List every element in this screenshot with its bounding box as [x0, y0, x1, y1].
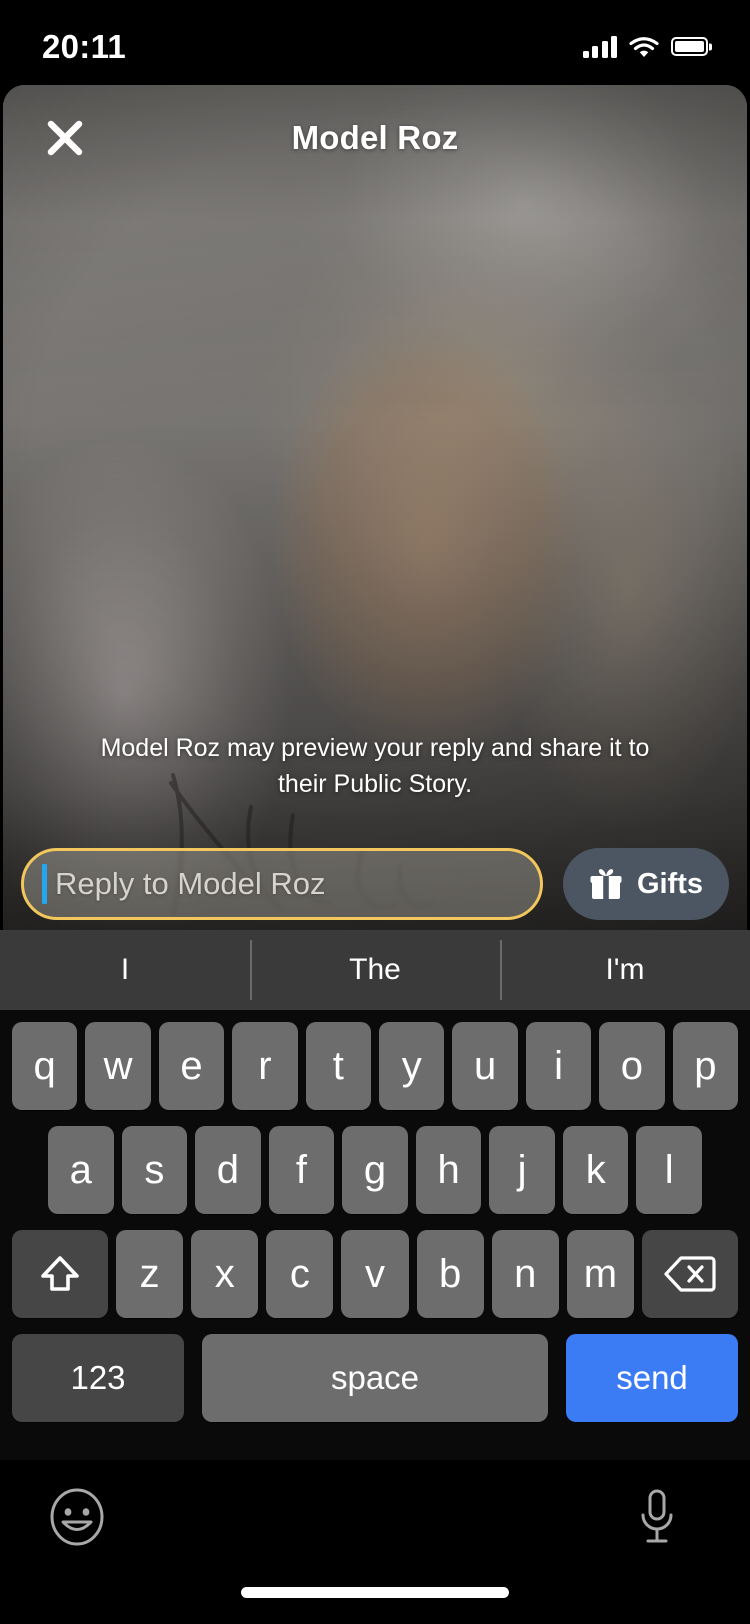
suggestion-1[interactable]: The: [250, 930, 500, 1010]
reply-disclaimer: Model Roz may preview your reply and sha…: [100, 734, 650, 798]
gift-icon: [590, 869, 622, 899]
key-v[interactable]: v: [341, 1230, 409, 1318]
key-l[interactable]: l: [636, 1126, 703, 1214]
reply-input-placeholder: Reply to Model Roz: [55, 866, 326, 901]
key-h[interactable]: h: [415, 1126, 482, 1214]
space-key[interactable]: space: [202, 1334, 548, 1422]
text-caret: [42, 864, 47, 904]
send-key[interactable]: send: [566, 1334, 738, 1422]
close-button[interactable]: [41, 114, 89, 162]
wifi-icon: [629, 36, 659, 57]
key-q[interactable]: q: [11, 1022, 78, 1110]
emoji-smiley-icon: [50, 1488, 104, 1546]
shift-arrow-icon: [41, 1256, 79, 1291]
emoji-button[interactable]: [48, 1488, 106, 1546]
story-card[interactable]: Model Roz Model Roz may preview your rep…: [3, 85, 747, 930]
keyboard-bottom-bar: [0, 1460, 750, 1624]
key-f[interactable]: f: [268, 1126, 335, 1214]
key-p[interactable]: p: [672, 1022, 739, 1110]
key-u[interactable]: u: [452, 1022, 518, 1110]
microphone-icon: [641, 1489, 673, 1543]
reply-input[interactable]: Reply to Model Roz: [21, 848, 543, 920]
keyboard-row-2: a s d f g h j k l: [6, 1126, 744, 1214]
gifts-button[interactable]: Gifts: [562, 848, 729, 920]
key-w[interactable]: w: [85, 1022, 151, 1110]
key-e[interactable]: e: [158, 1022, 225, 1110]
close-x-icon: [47, 120, 83, 155]
key-r[interactable]: r: [232, 1022, 298, 1110]
gifts-button-label: Gifts: [636, 867, 703, 900]
home-indicator-bar: [241, 1587, 509, 1598]
key-c[interactable]: c: [266, 1230, 334, 1318]
key-o[interactable]: o: [599, 1022, 665, 1110]
key-g[interactable]: g: [342, 1126, 408, 1214]
predictive-text-bar: I The I'm: [0, 930, 750, 1010]
keyboard-row-4: 123 space send: [6, 1334, 744, 1422]
key-y[interactable]: y: [379, 1022, 445, 1110]
key-b[interactable]: b: [416, 1230, 484, 1318]
key-s[interactable]: s: [121, 1126, 188, 1214]
keyboard-row-1: q w e r t y u i o p: [6, 1022, 744, 1110]
on-screen-keyboard: q w e r t y u i o p a s d f g h j k l z …: [0, 1010, 750, 1460]
keyboard-row-3: z x c v b n m: [6, 1230, 744, 1318]
story-header: Model Roz: [3, 85, 747, 190]
suggestion-2[interactable]: I'm: [500, 930, 750, 1010]
dictation-button[interactable]: [636, 1488, 678, 1548]
cellular-signal-icon: [582, 35, 617, 58]
key-j[interactable]: j: [489, 1126, 555, 1214]
phone-screen: 20:11 Model Roz Model Roz may preview yo…: [0, 0, 750, 1624]
key-k[interactable]: k: [562, 1126, 629, 1214]
suggestion-0[interactable]: I: [0, 930, 250, 1010]
status-indicators: [582, 28, 708, 58]
numbers-key[interactable]: 123: [12, 1334, 184, 1422]
key-x[interactable]: x: [191, 1230, 259, 1318]
key-a[interactable]: a: [47, 1126, 114, 1214]
key-n[interactable]: n: [491, 1230, 559, 1318]
backspace-key[interactable]: [641, 1230, 738, 1318]
reply-row: Reply to Model Roz Gifts: [3, 848, 747, 920]
key-d[interactable]: d: [195, 1126, 261, 1214]
battery-icon: [671, 37, 708, 56]
key-t[interactable]: t: [305, 1022, 371, 1110]
shift-key[interactable]: [12, 1230, 108, 1318]
backspace-delete-icon: [664, 1256, 716, 1292]
status-time: 20:11: [42, 27, 127, 65]
status-bar: 20:11: [0, 0, 750, 85]
page-title: Model Roz: [291, 118, 459, 156]
key-m[interactable]: m: [566, 1230, 634, 1318]
key-i[interactable]: i: [525, 1022, 592, 1110]
key-z[interactable]: z: [116, 1230, 184, 1318]
